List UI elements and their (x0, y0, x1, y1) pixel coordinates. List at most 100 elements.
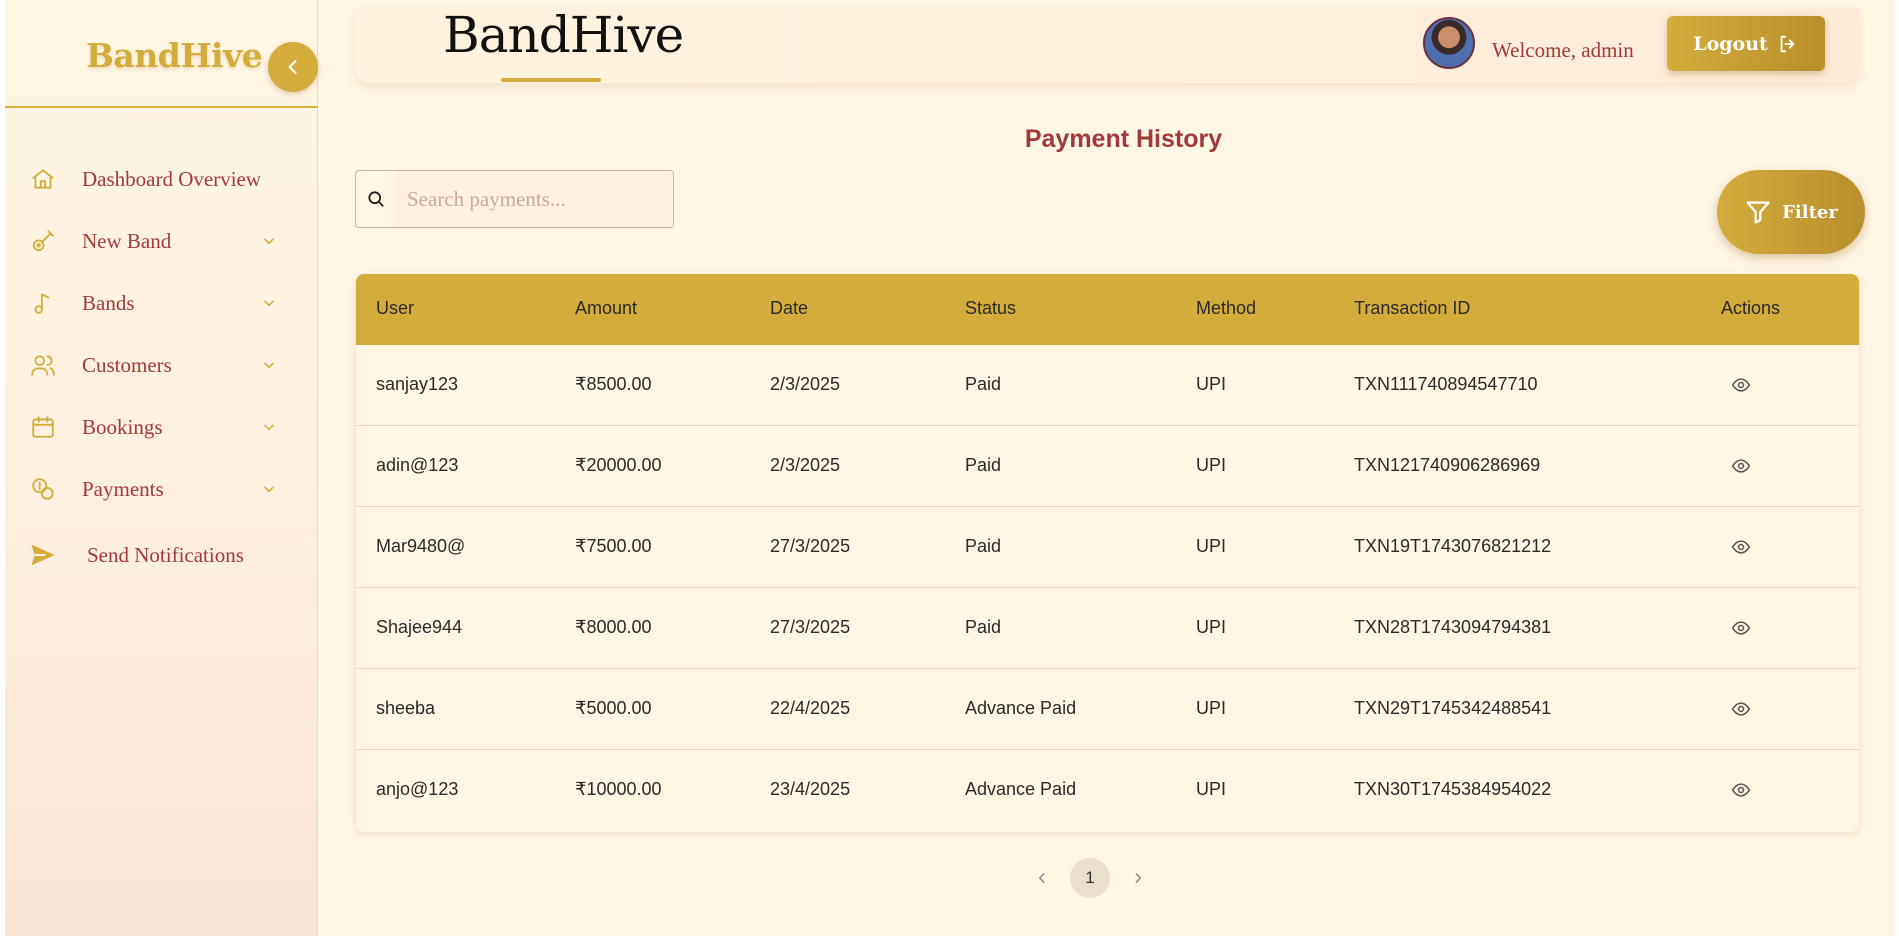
sidebar-nav: Dashboard Overview New Band Bands Custom… (5, 148, 318, 586)
cell-date: 2/3/2025 (770, 374, 841, 394)
home-icon (29, 165, 57, 193)
chevron-down-icon[interactable] (261, 233, 277, 249)
view-details-icon[interactable] (1730, 617, 1752, 639)
cell-date: 23/4/2025 (770, 779, 851, 799)
coins-icon (29, 475, 57, 503)
cell-method: UPI (1196, 536, 1227, 556)
cell-amount: ₹10000.00 (575, 779, 662, 799)
welcome-text: Welcome, admin (1492, 38, 1634, 62)
cell-date: 27/3/2025 (770, 536, 851, 556)
chevron-right-icon[interactable] (1124, 864, 1152, 892)
main-content: BandHive Welcome, admin Logout Payment H… (318, 0, 1895, 936)
pagination: 1 (1028, 858, 1152, 898)
cell-user: anjo@123 (376, 779, 459, 799)
column-header-amount[interactable]: Amount (575, 298, 637, 319)
cell-user: adin@123 (376, 455, 459, 475)
filter-button[interactable]: Filter (1717, 170, 1865, 254)
send-icon (29, 541, 57, 569)
table-row: anjo@123 ₹10000.00 23/4/2025 Advance Pai… (356, 750, 1859, 831)
chevron-down-icon[interactable] (261, 357, 277, 373)
column-header-method[interactable]: Method (1196, 298, 1256, 319)
sidebar-item-label: Send Notifications (87, 542, 244, 567)
column-header-date[interactable]: Date (770, 298, 808, 319)
cell-amount: ₹5000.00 (575, 698, 652, 718)
column-header-status[interactable]: Status (965, 298, 1016, 319)
cell-method: UPI (1196, 617, 1227, 637)
cell-amount: ₹7500.00 (575, 536, 652, 556)
payments-table: User Amount Date Status Method Transacti… (356, 274, 1859, 832)
cell-user: sheeba (376, 698, 436, 718)
top-header: BandHive Welcome, admin Logout (355, 6, 1859, 83)
table-row: sanjay123 ₹8500.00 2/3/2025 Paid UPI TXN… (356, 345, 1859, 426)
cell-status: Paid (965, 374, 1002, 394)
table-header: User Amount Date Status Method Transacti… (356, 274, 1859, 345)
sidebar-item-new-band[interactable]: New Band (5, 210, 318, 272)
view-details-icon[interactable] (1730, 536, 1752, 558)
guitar-icon (29, 227, 57, 255)
view-details-icon[interactable] (1730, 455, 1752, 477)
logout-button[interactable]: Logout (1667, 16, 1825, 71)
cell-status: Advance Paid (965, 698, 1077, 718)
column-header-user[interactable]: User (376, 298, 414, 319)
cell-method: UPI (1196, 779, 1227, 799)
view-details-icon[interactable] (1730, 779, 1752, 801)
cell-date: 2/3/2025 (770, 455, 841, 475)
cell-amount: ₹8000.00 (575, 617, 652, 637)
chevron-down-icon[interactable] (261, 295, 277, 311)
sidebar-item-label: Dashboard Overview (82, 166, 262, 191)
cell-user: Shajee944 (376, 617, 463, 637)
column-header-actions: Actions (1721, 298, 1781, 318)
cell-amount: ₹8500.00 (575, 374, 652, 394)
brand-logo-text: BandHive (86, 36, 263, 75)
column-header-transaction-id[interactable]: Transaction ID (1354, 298, 1470, 319)
sidebar-item-bands[interactable]: Bands (5, 272, 318, 334)
cell-method: UPI (1196, 698, 1227, 718)
logout-icon (1780, 35, 1795, 52)
sidebar-item-label: New Band (82, 228, 172, 253)
cell-transaction-id: TXN30T1745384954022 (1354, 779, 1552, 799)
sidebar-item-dashboard-overview[interactable]: Dashboard Overview (5, 148, 318, 210)
table-row: Mar9480@ ₹7500.00 27/3/2025 Paid UPI TXN… (356, 507, 1859, 588)
sidebar-brand: BandHive (5, 12, 318, 108)
cell-date: 22/4/2025 (770, 698, 851, 718)
table-row: adin@123 ₹20000.00 2/3/2025 Paid UPI TXN… (356, 426, 1859, 507)
page-title: Payment History (1024, 125, 1223, 153)
view-details-icon[interactable] (1730, 374, 1752, 396)
sidebar-item-payments[interactable]: Payments (5, 458, 318, 520)
cell-date: 27/3/2025 (770, 617, 851, 637)
cell-amount: ₹20000.00 (575, 455, 662, 475)
header-title: BandHive (443, 6, 684, 64)
sidebar: BandHive Dashboard Overview New Band Ban… (5, 0, 318, 936)
cell-method: UPI (1196, 374, 1227, 394)
sidebar-item-label: Bookings (82, 414, 163, 439)
cell-status: Paid (965, 617, 1002, 637)
cell-transaction-id: TXN29T1745342488541 (1354, 698, 1552, 718)
cell-transaction-id: TXN28T1743094794381 (1354, 617, 1552, 637)
sidebar-item-label: Payments (82, 476, 164, 501)
cell-status: Advance Paid (965, 779, 1077, 799)
filter-icon (1746, 201, 1770, 224)
filter-label: Filter (1782, 201, 1838, 223)
search-box[interactable] (355, 170, 674, 228)
sidebar-item-label: Customers (82, 352, 172, 377)
chevron-down-icon[interactable] (261, 481, 277, 497)
chevron-left-icon[interactable] (1028, 864, 1056, 892)
search-input[interactable] (395, 171, 673, 227)
sidebar-item-send-notifications[interactable]: Send Notifications (5, 524, 318, 586)
sidebar-collapse-button[interactable] (268, 42, 318, 92)
app-root: BandHive Dashboard Overview New Band Ban… (5, 0, 1895, 936)
search-icon (356, 171, 395, 227)
sidebar-item-customers[interactable]: Customers (5, 334, 318, 396)
chevron-down-icon[interactable] (261, 419, 277, 435)
calendar-icon (29, 413, 57, 441)
page-number-button[interactable]: 1 (1070, 858, 1110, 898)
cell-transaction-id: TXN121740906286969 (1354, 455, 1541, 475)
avatar[interactable] (1423, 17, 1475, 69)
logout-label: Logout (1693, 32, 1768, 55)
view-details-icon[interactable] (1730, 698, 1752, 720)
table-row: Shajee944 ₹8000.00 27/3/2025 Paid UPI TX… (356, 588, 1859, 669)
cell-transaction-id: TXN111740894547710 (1354, 374, 1538, 394)
chevron-left-icon (288, 60, 297, 74)
sidebar-item-bookings[interactable]: Bookings (5, 396, 318, 458)
table-row: sheeba ₹5000.00 22/4/2025 Advance Paid U… (356, 669, 1859, 750)
